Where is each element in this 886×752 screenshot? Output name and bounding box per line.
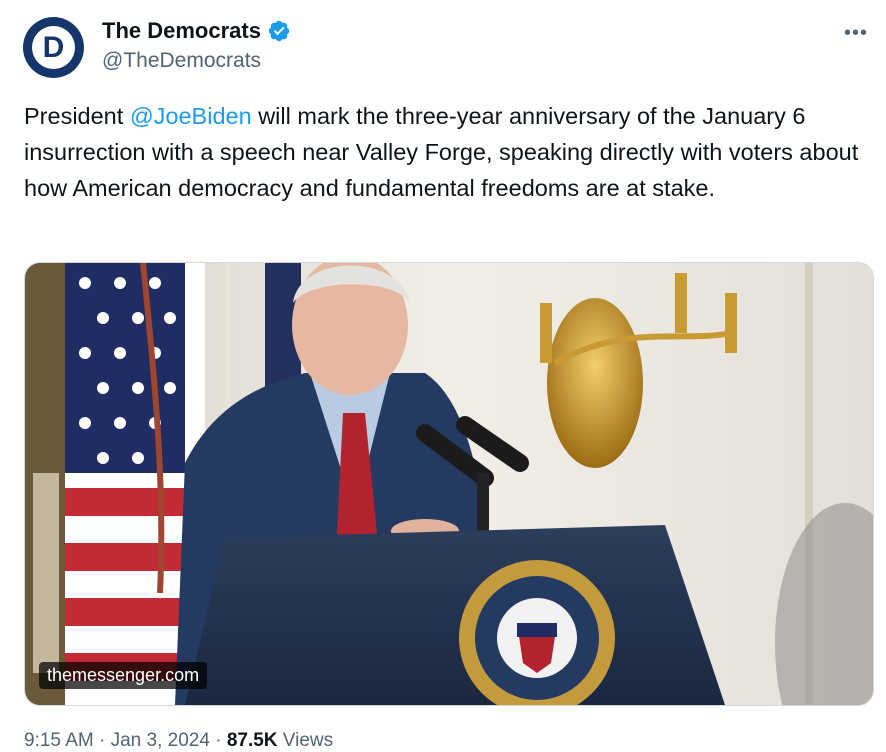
verified-badge-icon [267,19,291,43]
author-name-row[interactable]: The Democrats [102,18,291,44]
tweet-meta: 9:15 AM · Jan 3, 2024 · 87.5K Views [24,730,333,752]
tweet-text: President @JoeBiden will mark the three-… [24,98,874,206]
avatar-logo: D [32,26,75,69]
avatar-letter: D [42,30,65,64]
avatar[interactable]: D [23,17,84,78]
source-label[interactable]: themessenger.com [39,662,208,689]
more-horizontal-icon[interactable]: ••• [844,22,868,45]
tweet-text-before: President [24,103,130,129]
tweet-media-photo[interactable]: themessenger.com [24,262,874,706]
display-name[interactable]: The Democrats [102,18,261,44]
photo-illustration [25,263,873,705]
mention-link[interactable]: @JoeBiden [130,103,252,129]
author-handle[interactable]: @TheDemocrats [102,49,261,73]
